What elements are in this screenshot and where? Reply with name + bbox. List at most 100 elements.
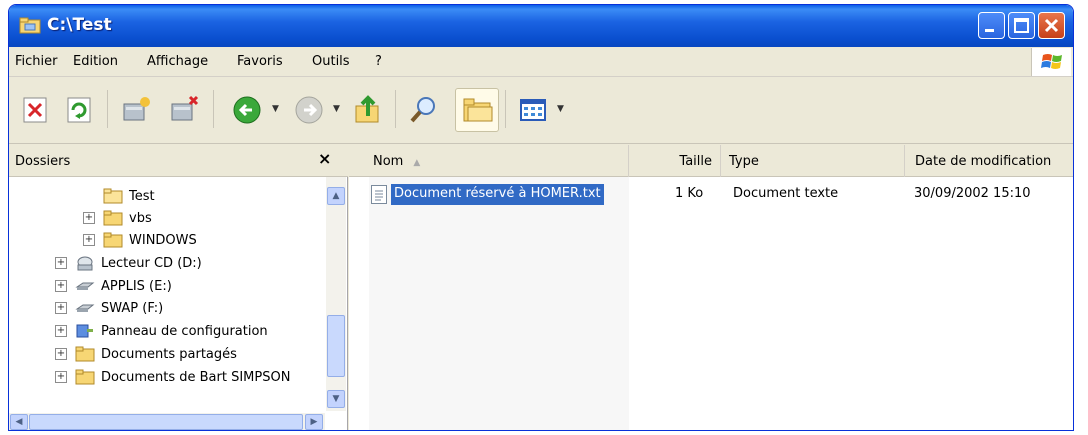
tree-horizontal-scrollbar[interactable]: ◀ ▶ (9, 413, 325, 430)
sorted-column-shade (369, 177, 629, 430)
views-button[interactable] (511, 88, 555, 132)
tree-vertical-scrollbar[interactable]: ▲ ▼ (326, 177, 346, 411)
tree-item-label: Panneau de configuration (101, 323, 268, 339)
menu-affichage[interactable]: Affichage (147, 54, 208, 69)
file-type: Document texte (733, 186, 839, 201)
toolbar-separator (395, 90, 396, 128)
menu-favoris[interactable]: Favoris (237, 54, 283, 69)
file-size: 1 Ko (675, 186, 704, 201)
title-bar[interactable]: C:\Test (9, 5, 1073, 47)
expand-icon[interactable]: + (55, 325, 67, 337)
back-button[interactable] (225, 88, 269, 132)
tree-item-label: SWAP (F:) (101, 300, 164, 316)
back-icon (233, 96, 261, 124)
expand-icon[interactable]: + (55, 280, 67, 292)
folders-icon (463, 98, 493, 122)
folder-window-icon (19, 17, 41, 34)
windows-logo (1031, 48, 1071, 76)
cd-drive-icon (77, 256, 93, 271)
views-icon (520, 99, 546, 121)
menu-fichier[interactable]: Fichier (15, 54, 58, 69)
toolbar-separator (213, 90, 214, 128)
scroll-right-button[interactable]: ▶ (305, 414, 323, 430)
sort-ascending-icon: ▲ (413, 158, 421, 168)
scroll-down-button[interactable]: ▼ (327, 390, 345, 408)
expand-icon[interactable]: + (83, 234, 95, 246)
refresh-icon (67, 97, 91, 123)
text-file-icon (371, 185, 387, 204)
column-type[interactable]: Type (721, 145, 905, 177)
file-date: 30/09/2002 15:10 (914, 186, 1031, 201)
refresh-button[interactable] (57, 88, 101, 132)
column-name[interactable]: Nom ▲ (349, 145, 629, 177)
column-date-label: Date de modification (915, 154, 1052, 169)
folders-button[interactable] (455, 88, 499, 132)
tree-item-vbs[interactable]: + vbs (83, 207, 152, 229)
menu-outils[interactable]: Outils (312, 54, 350, 69)
file-name[interactable]: Document réservé à HOMER.txt (391, 184, 604, 205)
tree-item-label: vbs (129, 210, 152, 226)
minimize-button[interactable] (978, 12, 1005, 39)
folders-header: Dossiers × (9, 145, 348, 177)
expand-icon[interactable]: + (55, 302, 67, 314)
control-panel-icon (76, 324, 93, 338)
maximize-button[interactable] (1008, 12, 1035, 39)
scroll-up-button[interactable]: ▲ (327, 187, 345, 205)
expand-icon[interactable]: + (83, 212, 95, 224)
tree-item-label: Lecteur CD (D:) (101, 255, 202, 271)
search-icon (410, 97, 435, 123)
close-button[interactable] (1038, 12, 1065, 39)
windows-flag-icon (1041, 54, 1062, 69)
tree-item-cd-drive[interactable]: + Lecteur CD (D:) (55, 252, 202, 274)
toolbar: ▼ ▼ ▼ (9, 78, 1073, 144)
disconnect-drive-button[interactable] (161, 88, 205, 132)
column-date[interactable]: Date de modification (905, 145, 1073, 177)
column-size-label: Taille (679, 154, 712, 169)
map-drive-icon (123, 97, 150, 121)
map-drive-button[interactable] (113, 88, 157, 132)
tree-item-shared-documents[interactable]: + Documents partagés (55, 343, 237, 365)
back-dropdown-icon[interactable]: ▼ (272, 104, 279, 114)
tree-item-windows[interactable]: + WINDOWS (83, 229, 197, 251)
delete-button[interactable] (13, 88, 57, 132)
column-size[interactable]: Taille (629, 145, 721, 177)
tree-item-bart-documents[interactable]: + Documents de Bart SIMPSON (55, 366, 290, 388)
views-dropdown-icon[interactable]: ▼ (557, 104, 564, 114)
hard-drive-icon (75, 304, 95, 312)
expand-icon[interactable]: + (55, 371, 67, 383)
maximize-icon (1014, 18, 1029, 33)
folder-icon (75, 346, 95, 362)
forward-icon (295, 96, 323, 124)
scroll-thumb[interactable] (327, 315, 345, 377)
tree-item-label: Documents partagés (101, 346, 237, 362)
up-folder-button[interactable] (346, 88, 390, 132)
folder-open-icon (103, 188, 123, 204)
toolbar-separator (107, 90, 108, 128)
tree-item-control-panel[interactable]: + Panneau de configuration (55, 320, 268, 342)
column-type-label: Type (729, 154, 759, 169)
forward-button[interactable] (287, 88, 331, 132)
menu-help[interactable]: ? (375, 54, 382, 69)
menu-bar: Fichier Edition Affichage Favoris Outils… (9, 47, 1073, 77)
column-name-label: Nom (373, 154, 404, 169)
tree-item-applis-drive[interactable]: + APPLIS (E:) (55, 275, 172, 297)
hard-drive-icon (75, 282, 95, 290)
window-title: C:\Test (47, 15, 112, 35)
menu-edition[interactable]: Edition (73, 54, 118, 69)
up-folder-icon (355, 95, 379, 123)
forward-dropdown-icon[interactable]: ▼ (333, 104, 340, 114)
minimize-icon (985, 29, 994, 32)
folders-pane: Dossiers × Test + vbs + WINDOWS + Lecteu… (9, 145, 348, 430)
folders-close-button[interactable]: × (318, 149, 331, 168)
tree-item-swap-drive[interactable]: + SWAP (F:) (55, 297, 163, 319)
tree-item-label: APPLIS (E:) (101, 278, 172, 294)
expand-icon[interactable]: + (55, 348, 67, 360)
expand-icon[interactable]: + (55, 257, 67, 269)
search-button[interactable] (401, 88, 445, 132)
scroll-thumb[interactable] (29, 414, 303, 430)
folder-icon (103, 232, 123, 248)
scroll-left-button[interactable]: ◀ (10, 414, 28, 430)
folder-icon (103, 210, 123, 226)
column-header: Nom ▲ Taille Type Date de modification (349, 145, 1073, 177)
tree-item-test[interactable]: Test (103, 185, 155, 207)
